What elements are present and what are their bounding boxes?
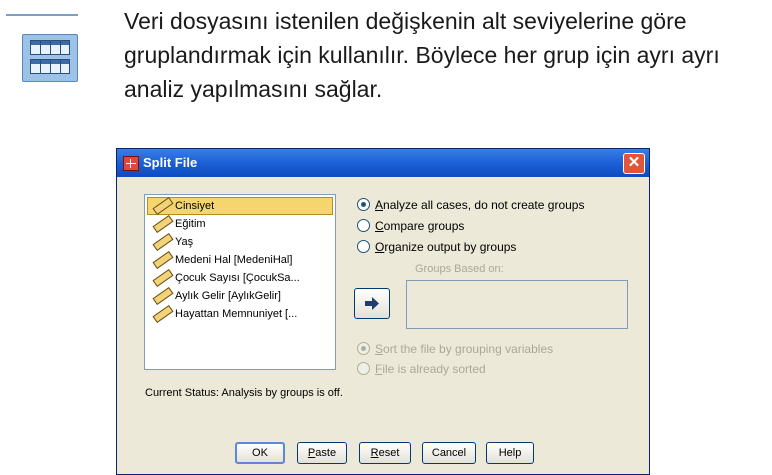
radio-file-already-sorted[interactable]: File is already sorted xyxy=(357,361,486,377)
radio-mnemonic: S xyxy=(375,342,384,356)
groups-based-on-list[interactable] xyxy=(406,280,628,329)
radio-selected-disabled-icon xyxy=(357,342,370,355)
dialog-title: Split File xyxy=(143,155,198,170)
variable-label: Çocuk Sayısı [ÇocukSa... xyxy=(175,272,300,284)
scale-variable-icon xyxy=(152,232,174,252)
cancel-button[interactable]: Cancel xyxy=(422,442,476,464)
close-button[interactable]: ✕ xyxy=(623,153,645,174)
radio-mnemonic: C xyxy=(375,219,384,233)
radio-organize-output[interactable]: Organize output by groups xyxy=(357,239,516,255)
scale-variable-icon xyxy=(152,196,174,216)
variable-list[interactable]: Cinsiyet Eğitim Yaş Medeni Hal [MedeniHa… xyxy=(144,194,336,370)
button-mnemonic: R xyxy=(370,447,379,459)
variable-item-hayattan-memnuniyet[interactable]: Hayattan Memnuniyet [... xyxy=(145,304,335,324)
paste-button[interactable]: Paste xyxy=(297,442,347,464)
spss-app-icon xyxy=(123,156,139,171)
current-status-text: Current Status: Analysis by groups is of… xyxy=(145,387,343,399)
split-file-icon xyxy=(6,14,78,82)
variable-item-cinsiyet[interactable]: Cinsiyet xyxy=(147,196,333,216)
move-variable-button[interactable] xyxy=(354,288,390,319)
title-bar[interactable]: Split File ✕ xyxy=(117,149,649,177)
radio-label: rganize output by groups xyxy=(384,240,517,254)
groups-based-on-label: Groups Based on: xyxy=(415,263,504,275)
right-arrow-icon xyxy=(365,297,379,310)
variable-item-aylik-gelir[interactable]: Aylık Gelir [AylıkGelir] xyxy=(145,286,335,306)
description-text: Veri dosyasını istenilen değişkenin alt … xyxy=(124,8,720,102)
help-button[interactable]: Help xyxy=(486,442,534,464)
radio-unselected-disabled-icon xyxy=(357,362,370,375)
close-icon: ✕ xyxy=(627,154,641,171)
scale-variable-icon xyxy=(152,250,174,270)
ok-button[interactable]: OK xyxy=(235,442,285,464)
variable-item-yas[interactable]: Yaş xyxy=(145,232,335,252)
radio-unselected-icon xyxy=(357,219,370,232)
scale-variable-icon xyxy=(152,268,174,288)
variable-item-cocuk-sayisi[interactable]: Çocuk Sayısı [ÇocukSa... xyxy=(145,268,335,288)
variable-item-egitim[interactable]: Eğitim xyxy=(145,214,335,234)
radio-label: ompare groups xyxy=(383,219,465,233)
variable-label: Yaş xyxy=(175,236,194,248)
variable-label: Eğitim xyxy=(175,218,206,230)
radio-label: nalyze all cases, do not create groups xyxy=(383,198,585,212)
scale-variable-icon xyxy=(152,304,174,324)
split-file-dialog: Split File ✕ Cinsiyet Eğitim Yaş Medeni … xyxy=(116,148,650,475)
radio-sort-file[interactable]: Sort the file by grouping variables xyxy=(357,341,553,357)
scale-variable-icon xyxy=(152,214,174,234)
split-file-grid-bottom-icon xyxy=(30,59,70,74)
button-label: aste xyxy=(315,447,337,459)
variable-label: Aylık Gelir [AylıkGelir] xyxy=(175,290,281,302)
radio-unselected-icon xyxy=(357,240,370,253)
divider-line xyxy=(6,14,78,16)
radio-selected-icon xyxy=(357,198,370,211)
scale-variable-icon xyxy=(152,286,174,306)
variable-label: Cinsiyet xyxy=(175,200,215,212)
radio-label: ort the file by grouping variables xyxy=(383,342,554,356)
split-file-grid-top-icon xyxy=(30,40,70,55)
radio-label: ile is already sorted xyxy=(382,362,486,376)
radio-mnemonic: A xyxy=(375,198,384,212)
radio-analyze-all[interactable]: Analyze all cases, do not create groups xyxy=(357,197,584,213)
button-label: eset xyxy=(378,447,400,459)
variable-label: Hayattan Memnuniyet [... xyxy=(175,308,298,320)
radio-compare-groups[interactable]: Compare groups xyxy=(357,218,464,234)
variable-item-medeni-hal[interactable]: Medeni Hal [MedeniHal] xyxy=(145,250,335,270)
variable-label: Medeni Hal [MedeniHal] xyxy=(175,254,293,266)
radio-mnemonic: O xyxy=(375,240,385,254)
reset-button[interactable]: Reset xyxy=(359,442,411,464)
